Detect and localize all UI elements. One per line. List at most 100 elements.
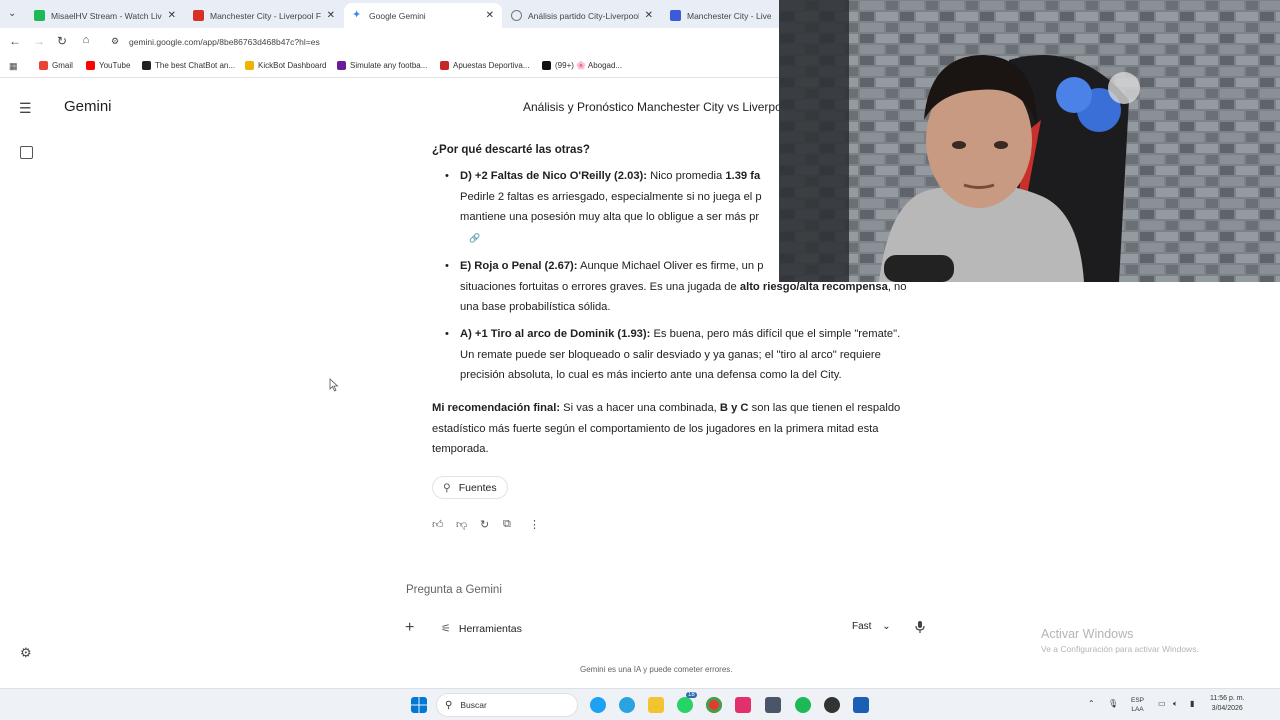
whatsapp-badge: 18 <box>686 692 697 698</box>
volume-icon[interactable]: 🔈︎ <box>1173 699 1178 709</box>
source-link-icon[interactable]: 🔗 <box>469 233 480 243</box>
lang-bottom: LAA <box>1131 706 1144 713</box>
date: 3/04/2026 <box>1211 705 1243 712</box>
option-text: Un remate puede ser bloqueado o salir de… <box>460 348 881 361</box>
final-text: son las que tienen el respaldo <box>751 402 901 414</box>
app-title: Gemini <box>64 98 112 115</box>
close-icon[interactable]: ✕ <box>645 10 653 21</box>
chrome-icon[interactable] <box>706 697 722 713</box>
option-text: Es buena, pero más difícil que el simple… <box>653 328 901 340</box>
bookmark-apuestas[interactable]: Apuestas Deportiva... <box>440 61 529 70</box>
tab-label: Google Gemini <box>369 10 426 21</box>
option-label: D) +2 Faltas de Nico O'Reilly (2.03): <box>460 170 648 182</box>
sources-label: Fuentes <box>458 481 497 494</box>
bookmark-simulate[interactable]: Simulate any footba... <box>337 61 427 70</box>
edge-icon[interactable] <box>590 697 606 713</box>
tiktok-icon <box>542 61 551 70</box>
microphone-tray-icon[interactable]: 🎙︎ <box>1108 699 1118 708</box>
bookmark-label: KickBot Dashboard <box>258 61 327 70</box>
final-recommendation: Mi recomendación final: Si vas a hacer u… <box>432 398 932 460</box>
close-icon[interactable]: ✕ <box>486 10 494 21</box>
option-label: E) Roja o Penal (2.67): <box>460 260 578 272</box>
regenerate-icon[interactable]: ↻ <box>480 518 489 531</box>
word-icon[interactable] <box>853 697 869 713</box>
sources-button[interactable]: ⚲ Fuentes <box>432 476 508 499</box>
tools-button[interactable]: ⚟ Herramientas <box>441 622 522 636</box>
webcam-person-image <box>779 0 1280 282</box>
apps-grid-icon[interactable]: ▦ <box>9 61 18 72</box>
whatsapp-icon[interactable] <box>677 697 693 713</box>
windows-activation-watermark: Activar Windows Ve a Configuración para … <box>1041 627 1199 654</box>
tab-manchester-city-liverp[interactable]: Manchester City - Liverp <box>662 3 779 28</box>
chat-title[interactable]: Análisis y Pronóstico Manchester City vs… <box>523 100 791 114</box>
add-attachment-button[interactable]: + <box>405 619 414 637</box>
option-text: Nico promedia <box>650 170 723 182</box>
thumbs-up-icon[interactable]: 👍︎ <box>432 518 444 531</box>
bookmark-chatbot[interactable]: The best ChatBot an... <box>142 61 235 70</box>
taskbar-search[interactable]: ⚲ Buscar <box>436 693 578 717</box>
final-text: Si vas a hacer una combinada, <box>563 402 717 414</box>
tab-label: Manchester City - Liverpool FC <box>210 10 321 21</box>
option-text: situaciones fortuitas o errores graves. … <box>460 280 737 293</box>
hamburger-menu-icon[interactable]: ☰ <box>19 100 32 117</box>
display-icon[interactable]: ▭ <box>1158 699 1166 708</box>
new-chat-icon[interactable] <box>20 146 33 159</box>
search-label: Buscar <box>460 700 487 710</box>
tab-misaelhv[interactable]: MisaelHV Stream - Watch Live o ✕ <box>26 3 184 28</box>
lang-top: ESP <box>1131 697 1145 704</box>
address-bar[interactable]: gemini.google.com/app/8be86763d468b47c?h… <box>129 37 320 47</box>
bookmark-abogado[interactable]: (99+) 🌸 Abogad... <box>542 61 622 70</box>
copy-icon[interactable]: ⧉ <box>503 518 511 531</box>
site-info-icon[interactable]: ⚙ <box>108 36 122 47</box>
more-options-icon[interactable]: ⋮ <box>529 518 540 531</box>
tab-label: Análisis partido City-Liverpool <box>528 10 639 21</box>
chatbot-icon <box>142 61 151 70</box>
spotify-icon[interactable] <box>795 697 811 713</box>
language-indicator[interactable]: ESP LAA <box>1131 696 1144 714</box>
bookmark-gmail[interactable]: Gmail <box>39 61 73 70</box>
file-explorer-icon[interactable] <box>648 697 664 713</box>
reload-icon[interactable]: ↻ <box>55 34 69 48</box>
windows-start-icon[interactable] <box>411 697 427 713</box>
list-item-option-a: A) +1 Tiro al arco de Dominik (1.93): Es… <box>445 324 940 386</box>
sports-favicon-icon <box>193 10 204 21</box>
obs-icon[interactable] <box>824 697 840 713</box>
bookmark-youtube[interactable]: YouTube <box>86 61 130 70</box>
back-arrow-icon[interactable]: ← <box>8 34 22 48</box>
tab-search-chevron-icon[interactable]: ⌄ <box>8 8 16 19</box>
close-icon[interactable]: ✕ <box>327 10 335 21</box>
option-bold-text: 1.39 fa <box>725 170 761 182</box>
close-icon[interactable]: ✕ <box>168 10 176 21</box>
home-icon[interactable]: ⌂ <box>79 34 93 46</box>
text-editor-icon[interactable] <box>735 697 751 713</box>
option-text: mantiene una posesión muy alta que lo ob… <box>460 211 760 224</box>
calculator-icon[interactable] <box>765 697 781 713</box>
settings-gear-icon[interactable]: ⚙ <box>20 645 32 661</box>
bookmark-label: (99+) 🌸 Abogad... <box>555 61 623 70</box>
final-label: Mi recomendación final: <box>432 402 561 414</box>
bookmark-label: Simulate any footba... <box>350 61 428 70</box>
tab-label: Manchester City - Liverp <box>687 10 771 21</box>
final-text: temporada. <box>432 443 489 456</box>
apuestas-icon <box>440 61 449 70</box>
simulate-icon <box>337 61 346 70</box>
bookmark-label: Apuestas Deportiva... <box>453 61 530 70</box>
youtube-icon <box>86 61 95 70</box>
microphone-icon[interactable] <box>914 620 926 634</box>
prompt-input[interactable]: Pregunta a Gemini <box>406 584 502 596</box>
disclaimer: Gemini es una IA y puede cometer errores… <box>580 665 733 674</box>
telegram-icon[interactable] <box>619 697 635 713</box>
tab-analisis-partido[interactable]: Análisis partido City-Liverpool ✕ <box>503 3 661 28</box>
option-text: , no <box>887 280 907 293</box>
model-selector[interactable]: Fast ⌄ <box>852 621 891 632</box>
link-icon: ⚲ <box>443 481 451 494</box>
bookmark-kickbot[interactable]: KickBot Dashboard <box>245 61 326 70</box>
tray-chevron-up-icon[interactable]: ⌃ <box>1088 699 1095 708</box>
battery-icon[interactable]: ▮ <box>1190 699 1194 708</box>
tab-google-gemini[interactable]: ✦ Google Gemini ✕ <box>344 3 502 28</box>
thumbs-down-icon[interactable]: 👎︎ <box>456 518 467 531</box>
tab-manchester-city-liverpool[interactable]: Manchester City - Liverpool FC ✕ <box>185 3 343 28</box>
final-bold-text: B y C <box>719 402 749 414</box>
system-clock[interactable]: 11:56 p. m. 3/04/2026 <box>1210 694 1245 714</box>
forward-arrow-icon[interactable]: → <box>32 34 46 48</box>
